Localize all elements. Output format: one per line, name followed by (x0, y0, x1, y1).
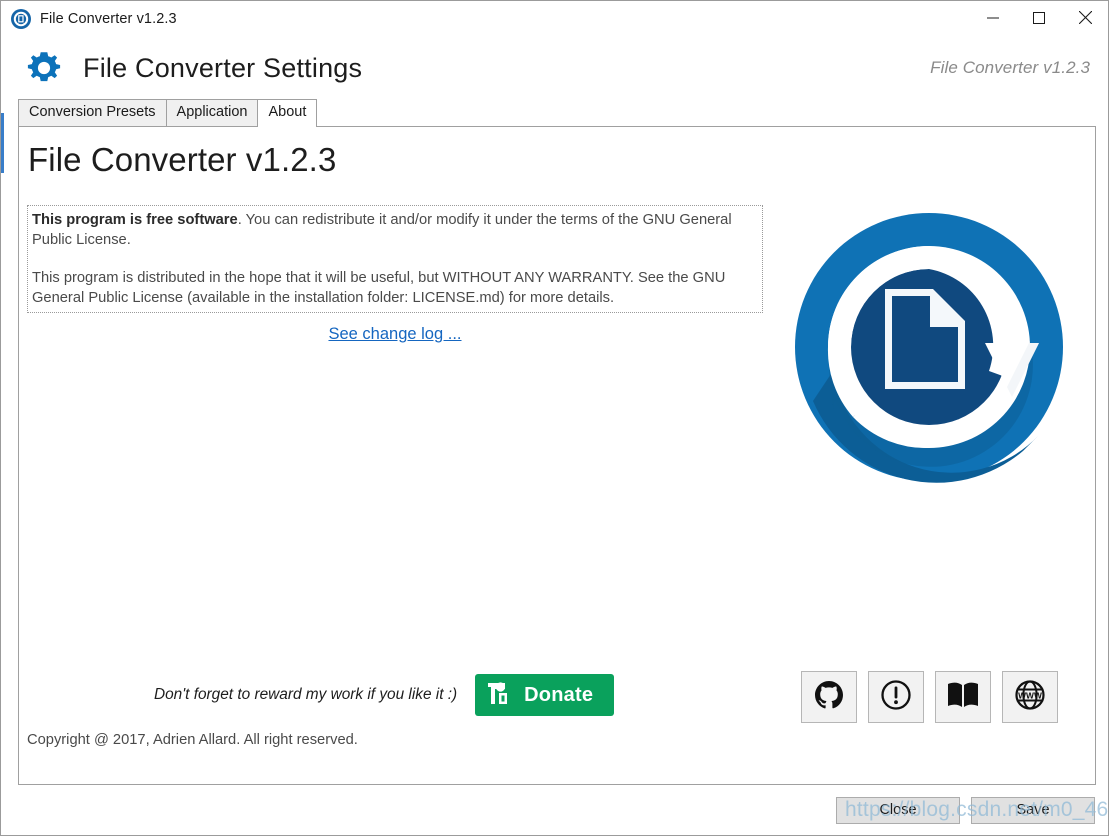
file-converter-logo-icon (793, 211, 1065, 483)
window-controls (970, 1, 1108, 37)
minimize-icon[interactable] (970, 1, 1016, 34)
website-www-icon: WWW (1014, 679, 1046, 716)
maximize-icon[interactable] (1016, 1, 1062, 34)
about-panel: File Converter v1.2.3 This program is fr… (18, 126, 1096, 785)
license-bold-lead: This program is free software (32, 212, 238, 228)
license-text-box: This program is free software. You can r… (27, 205, 763, 313)
donate-button-label: Donate (524, 683, 594, 706)
changelog-link-wrap: See change log ... (27, 325, 763, 344)
paypal-donate-icon (485, 680, 512, 710)
header-version-label: File Converter v1.2.3 (930, 58, 1090, 77)
settings-header: File Converter Settings File Converter v… (1, 37, 1108, 99)
dialog-footer: Close Save (1, 785, 1108, 835)
copyright-text: Copyright @ 2017, Adrien Allard. All rig… (27, 732, 358, 748)
tab-application[interactable]: Application (165, 99, 259, 126)
svg-text:WWW: WWW (1018, 690, 1042, 700)
license-paragraph-1: This program is free software. You can r… (32, 210, 758, 250)
close-button[interactable]: Close (836, 796, 960, 824)
page-title: File Converter Settings (83, 52, 363, 83)
about-heading: File Converter v1.2.3 (28, 141, 337, 178)
documentation-book-icon (946, 680, 980, 715)
tab-label: Application (176, 104, 248, 120)
app-window: File Converter v1.2.3 File Converter Set… (0, 0, 1109, 836)
tab-conversion-presets[interactable]: Conversion Presets (18, 99, 167, 126)
app-logo-icon (10, 8, 32, 30)
license-paragraph-2: This program is distributed in the hope … (32, 270, 726, 306)
see-change-log-link[interactable]: See change log ... (328, 325, 461, 343)
github-icon (813, 679, 845, 716)
gear-icon (23, 47, 65, 89)
website-button[interactable]: WWW (1002, 671, 1058, 723)
tab-label: About (268, 104, 307, 120)
donate-prompt-text: Don't forget to reward my work if you li… (154, 686, 458, 703)
link-icon-buttons: WWW (801, 671, 1058, 723)
title-bar: File Converter v1.2.3 (1, 1, 1108, 37)
donate-button[interactable]: Donate (475, 674, 615, 716)
donate-row: Don't forget to reward my work if you li… (154, 674, 615, 716)
issue-report-button[interactable] (868, 671, 924, 723)
close-icon[interactable] (1062, 1, 1108, 34)
window-title: File Converter v1.2.3 (40, 11, 177, 27)
tab-bar: Conversion Presets Application About (1, 99, 1108, 127)
tab-label: Conversion Presets (29, 104, 156, 120)
save-button[interactable]: Save (971, 796, 1095, 824)
issue-report-icon (880, 679, 912, 716)
documentation-button[interactable] (935, 671, 991, 723)
github-button[interactable] (801, 671, 857, 723)
tab-about[interactable]: About (257, 99, 318, 127)
